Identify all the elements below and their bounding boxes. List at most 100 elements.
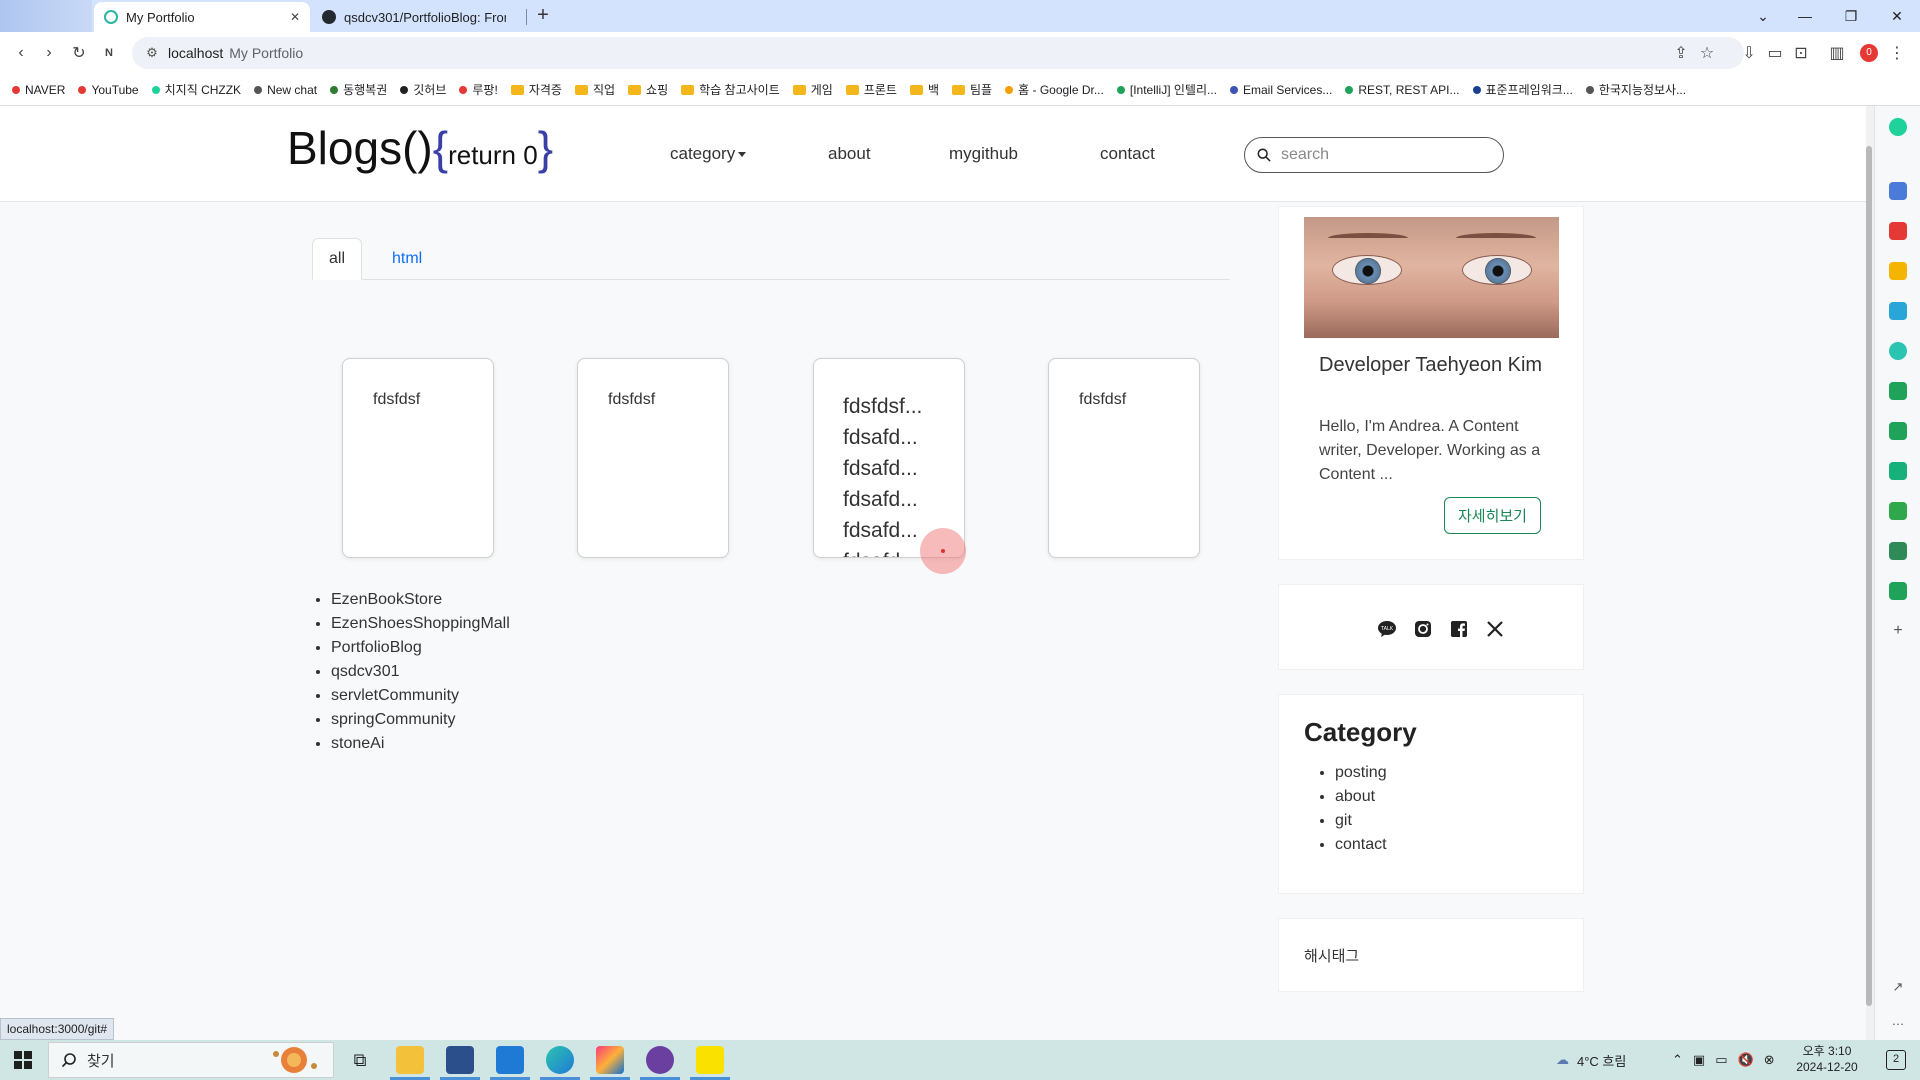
bookmark-item[interactable]: 동행복권 <box>330 81 387 98</box>
bookmark-item[interactable]: 백 <box>909 81 939 98</box>
speaker-muted-icon[interactable]: 🔇 <box>1738 1052 1754 1068</box>
repo-link[interactable]: EzenBookStore <box>331 588 510 612</box>
nav-about[interactable]: about <box>828 144 871 164</box>
profile-avatar[interactable]: 0 <box>1860 44 1878 62</box>
share-icon[interactable]: ⇪ <box>1670 42 1692 64</box>
open-external-icon[interactable]: ↗ <box>1889 978 1907 996</box>
edge-browser-icon[interactable] <box>546 1046 574 1074</box>
category-item[interactable]: about <box>1335 785 1387 809</box>
file-explorer-icon[interactable] <box>396 1046 424 1074</box>
more-details-button[interactable]: 자세히보기 <box>1444 497 1541 534</box>
forward-arrow-icon[interactable]: › <box>38 42 60 64</box>
windows-start-icon[interactable] <box>14 1051 32 1069</box>
sidebar-app-icon[interactable] <box>1889 302 1907 320</box>
nav-mygithub[interactable]: mygithub <box>949 144 1018 164</box>
more-options-icon[interactable]: … <box>1889 1012 1907 1030</box>
bookmark-item[interactable]: [IntelliJ] 인텔리... <box>1116 81 1217 98</box>
post-card[interactable]: fdsfdsf <box>1048 358 1200 558</box>
nav-category-dropdown[interactable]: category <box>670 144 747 164</box>
tab-close-icon[interactable]: ✕ <box>290 10 300 24</box>
sidebar-app-icon[interactable] <box>1889 182 1907 200</box>
page-scrollbar[interactable] <box>1866 106 1874 1040</box>
site-brand-logo[interactable]: Blogs(){return 0} <box>287 121 553 175</box>
repo-link[interactable]: EzenShoesShoppingMall <box>331 612 510 636</box>
notification-center-icon[interactable]: 2 <box>1886 1050 1906 1070</box>
tab-html[interactable]: html <box>376 238 438 280</box>
bookmark-item[interactable]: 팀플 <box>952 81 992 98</box>
bookmark-item[interactable]: 루팡! <box>459 81 498 98</box>
bookmark-item[interactable]: 쇼핑 <box>628 81 668 98</box>
facebook-icon[interactable] <box>1449 619 1469 639</box>
x-icon[interactable] <box>1485 619 1505 639</box>
screenshot-icon[interactable]: ⊡ <box>1790 42 1812 64</box>
bookmark-item[interactable]: REST, REST API... <box>1345 83 1460 97</box>
repo-link[interactable]: PortfolioBlog <box>331 636 510 660</box>
sidebar-app-icon[interactable] <box>1889 222 1907 240</box>
tab-all[interactable]: all <box>312 238 363 280</box>
repo-link[interactable]: servletCommunity <box>331 684 510 708</box>
back-arrow-icon[interactable]: ‹ <box>10 42 32 64</box>
bookmark-item[interactable]: 표준프레임워크... <box>1472 81 1573 98</box>
tab-my-portfolio[interactable]: My Portfolio ✕ <box>94 2 310 32</box>
sidebar-app-icon[interactable] <box>1889 262 1907 280</box>
extension-n-icon[interactable]: N <box>98 42 120 64</box>
post-card[interactable]: fdsfdsf <box>342 358 494 558</box>
download-icon[interactable]: ⇩ <box>1738 42 1760 64</box>
sidebar-app-icon[interactable] <box>1889 342 1907 360</box>
reload-icon[interactable]: ↻ <box>68 42 90 64</box>
add-sidebar-app-icon[interactable]: + <box>1889 622 1907 640</box>
bookmark-item[interactable]: 자격증 <box>510 81 562 98</box>
browser-menu-icon[interactable]: ⋮ <box>1886 42 1908 64</box>
bookmark-item[interactable]: 치지직 CHZZK <box>151 81 241 98</box>
sidebar-app-icon[interactable] <box>1889 382 1907 400</box>
minimize-button[interactable]: — <box>1782 0 1828 32</box>
sidebar-app-icon[interactable] <box>1889 502 1907 520</box>
tray-app-icon[interactable]: ▣ <box>1693 1052 1705 1068</box>
bookmark-item[interactable]: 홈 - Google Dr... <box>1005 81 1104 98</box>
network-icon[interactable]: ▭ <box>1715 1052 1727 1068</box>
vscode-icon[interactable] <box>496 1046 524 1074</box>
address-bar[interactable]: ⚙ localhost My Portfolio <box>132 37 1744 69</box>
bookmark-item[interactable]: NAVER <box>12 83 65 97</box>
show-hidden-icons-chevron-icon[interactable]: ⌃ <box>1672 1052 1683 1068</box>
tab-github-repo[interactable]: qsdcv301/PortfolioBlog: Front <box>312 2 516 32</box>
search-input[interactable]: search <box>1244 137 1504 173</box>
nav-contact[interactable]: contact <box>1100 144 1155 164</box>
bookmark-item[interactable]: YouTube <box>78 83 139 97</box>
sidebar-app-icon[interactable] <box>1889 582 1907 600</box>
github-desktop-icon[interactable] <box>646 1046 674 1074</box>
bookmark-item[interactable]: Email Services... <box>1230 83 1332 97</box>
restore-button[interactable]: ❐ <box>1828 0 1874 32</box>
scrollbar-thumb[interactable] <box>1866 146 1872 1006</box>
category-item[interactable]: posting <box>1335 761 1387 785</box>
taskbar-clock[interactable]: 오후 3:10 2024-12-20 <box>1782 1043 1872 1075</box>
post-card[interactable]: fdsfdsf <box>577 358 729 558</box>
sidebar-app-icon[interactable] <box>1889 462 1907 480</box>
tab-search-chevron-icon[interactable]: ⌄ <box>1740 0 1786 32</box>
accessibility-icon[interactable]: ⊗ <box>1764 1052 1775 1068</box>
intellij-icon[interactable] <box>596 1046 624 1074</box>
category-item[interactable]: git <box>1335 809 1387 833</box>
bookmark-item[interactable]: 프론트 <box>845 81 897 98</box>
database-tool-icon[interactable] <box>446 1046 474 1074</box>
copilot-icon[interactable] <box>1889 118 1907 136</box>
bookmark-item[interactable]: New chat <box>254 83 317 97</box>
bookmark-item[interactable]: 학습 참고사이트 <box>681 81 780 98</box>
sidebar-app-icon[interactable] <box>1889 422 1907 440</box>
repo-link[interactable]: qsdcv301 <box>331 660 510 684</box>
bookmark-item[interactable]: 깃허브 <box>400 81 446 98</box>
sidebar-app-icon[interactable] <box>1889 542 1907 560</box>
category-item[interactable]: contact <box>1335 833 1387 857</box>
instagram-icon[interactable] <box>1413 619 1433 639</box>
site-info-icon[interactable]: ⚙ <box>144 45 160 61</box>
kakaotalk-app-icon[interactable] <box>696 1046 724 1074</box>
new-tab-button[interactable]: + <box>532 5 554 27</box>
bookmark-item[interactable]: 한국지능정보사... <box>1585 81 1686 98</box>
close-window-button[interactable]: ✕ <box>1874 0 1920 32</box>
task-view-icon[interactable]: ⧉ <box>346 1046 374 1074</box>
cast-icon[interactable]: ▭ <box>1764 42 1786 64</box>
bookmark-star-icon[interactable]: ☆ <box>1696 42 1718 64</box>
side-panel-icon[interactable]: ▥ <box>1826 42 1848 64</box>
weather-widget[interactable]: ☁ 4°C 흐림 <box>1556 1040 1626 1080</box>
repo-link[interactable]: springCommunity <box>331 708 510 732</box>
